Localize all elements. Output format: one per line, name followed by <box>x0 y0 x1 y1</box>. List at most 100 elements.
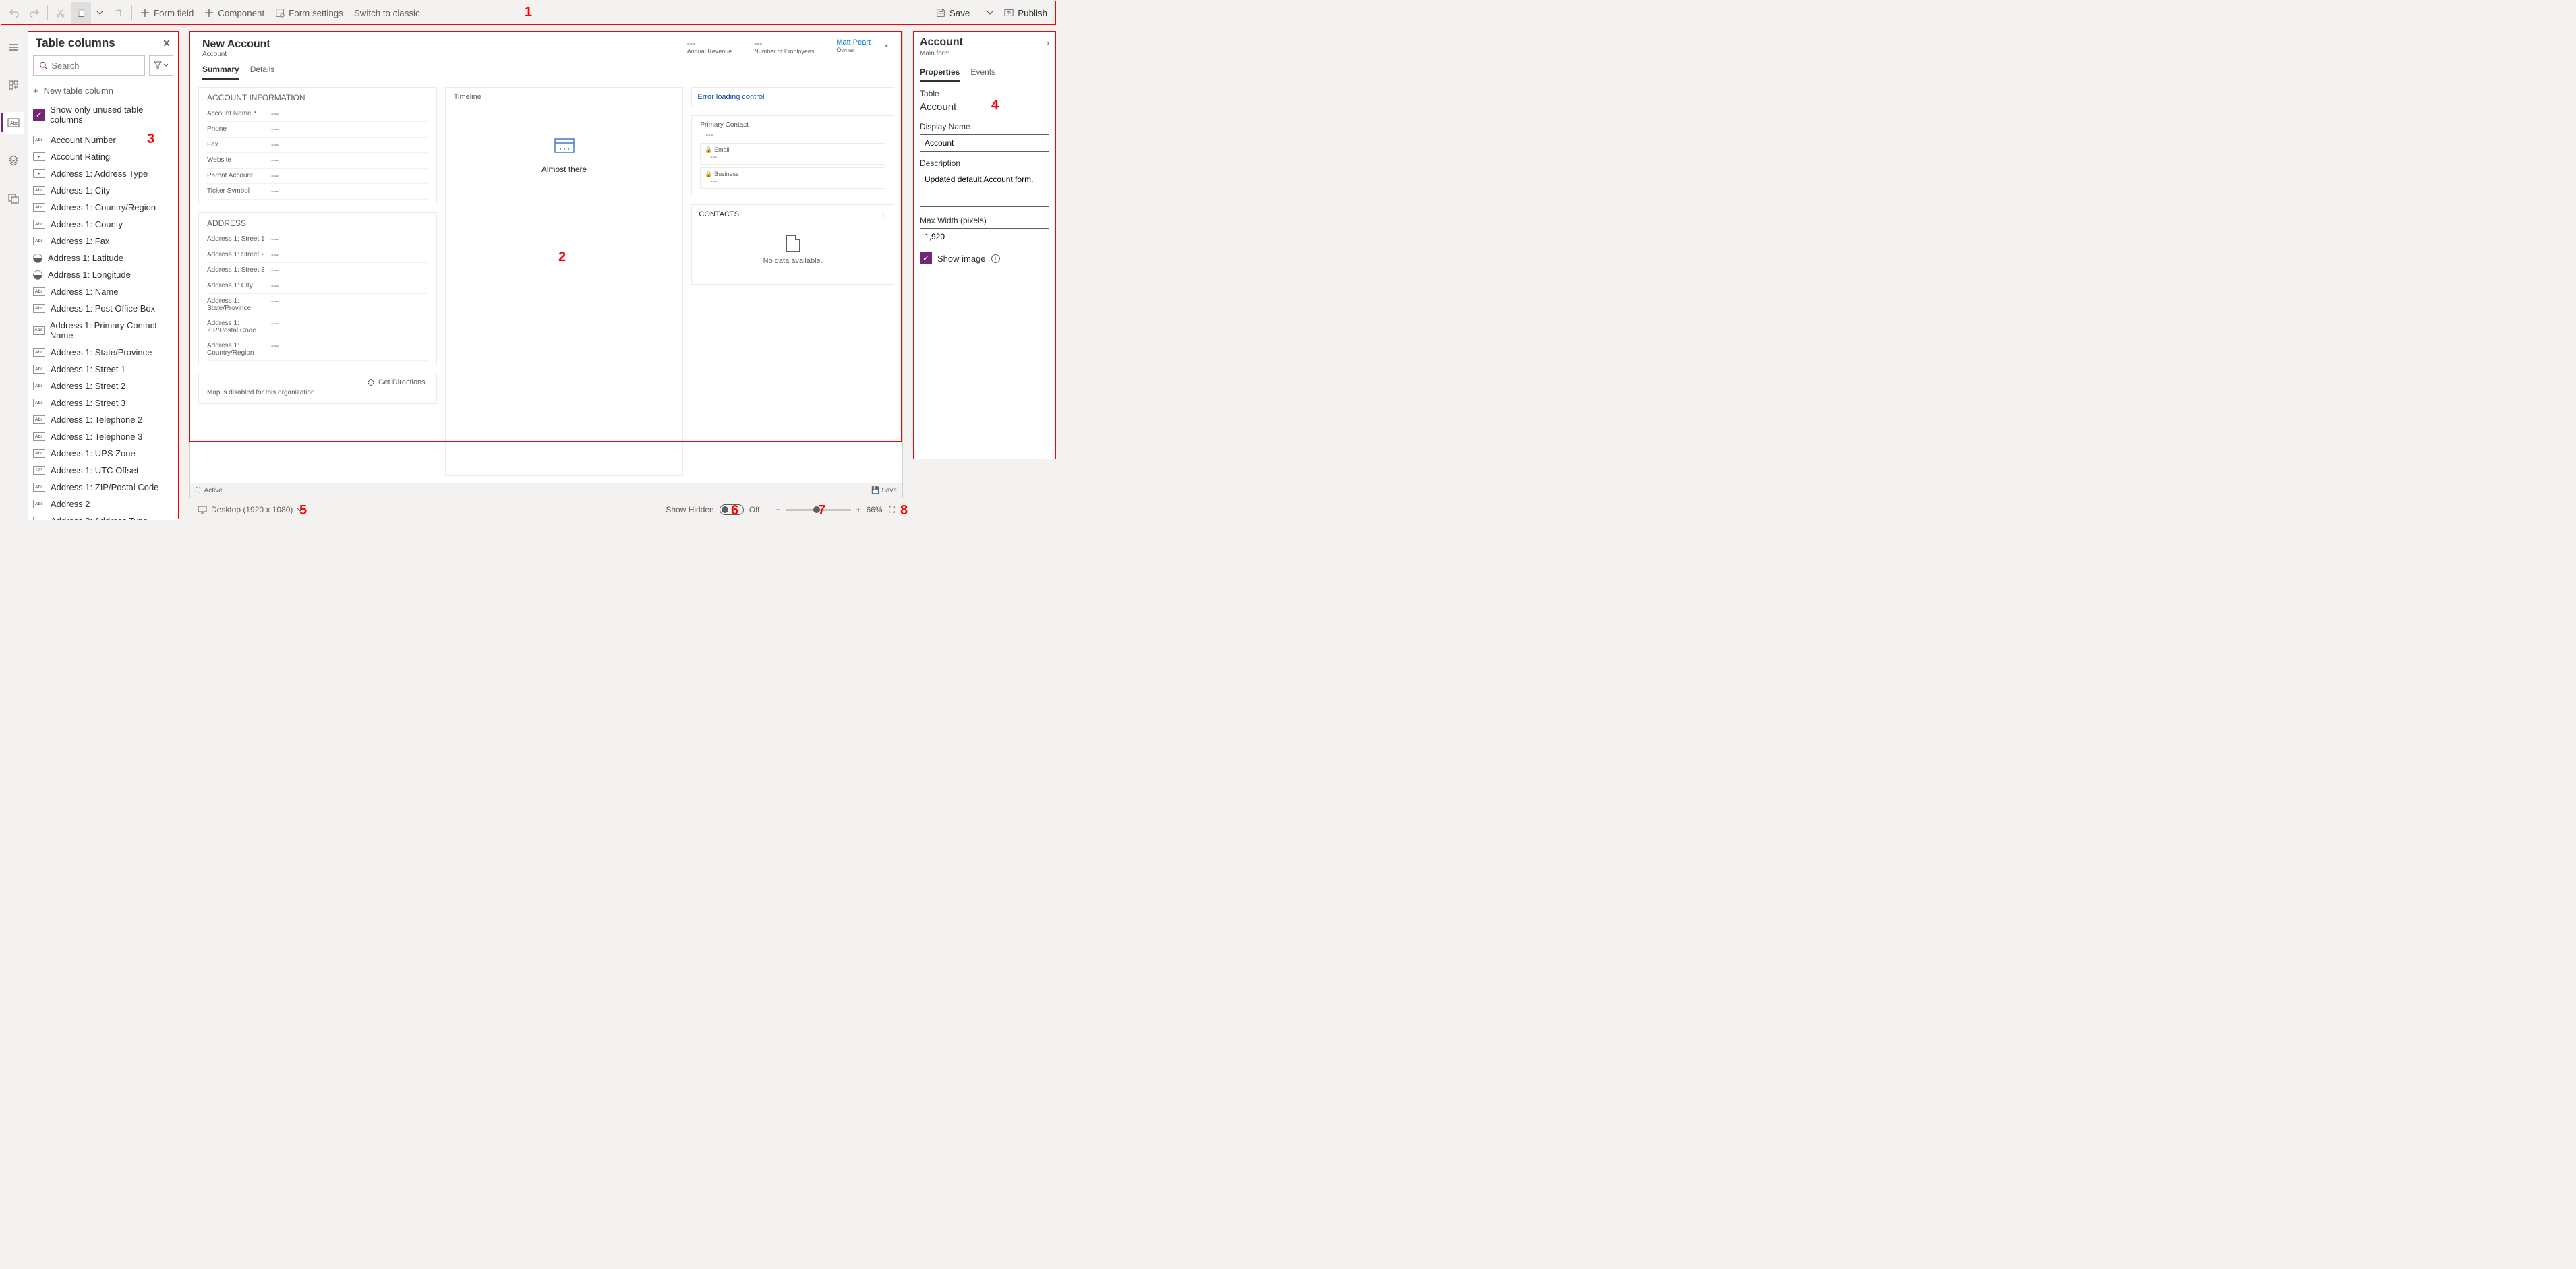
field-label: Address 1: Country/Region <box>207 342 271 357</box>
column-item[interactable]: ▾Account Rating <box>28 148 179 165</box>
filter-button[interactable] <box>149 55 173 76</box>
column-item[interactable]: AbcAddress 1: Post Office Box <box>28 300 179 317</box>
description-input[interactable] <box>920 171 1049 207</box>
header-field[interactable]: Matt PeartOwner <box>829 38 877 53</box>
column-item[interactable]: AbcAccount Number <box>28 131 179 148</box>
form-field[interactable]: Address 1: Street 3--- <box>207 263 428 278</box>
header-field[interactable]: ---Annual Revenue <box>680 38 739 55</box>
info-icon[interactable]: i <box>991 254 1000 263</box>
column-item[interactable]: AbcAddress 1: City <box>28 182 179 199</box>
max-width-input[interactable] <box>920 228 1049 245</box>
get-directions-button[interactable]: Get Directions <box>207 376 428 386</box>
close-icon[interactable]: ✕ <box>163 38 171 49</box>
form-field[interactable]: Address 1: State/Province--- <box>207 294 428 316</box>
rail-columns[interactable]: Abc <box>3 112 24 134</box>
error-loading-control-link[interactable]: Error loading control <box>691 87 894 107</box>
new-table-column-button[interactable]: + New table column <box>28 81 179 100</box>
field-label: Address 1: Street 2 <box>207 251 271 259</box>
column-item[interactable]: AbcAddress 1: Country/Region <box>28 199 179 216</box>
form-field[interactable]: Address 1: Street 2--- <box>207 247 428 263</box>
column-item[interactable]: AbcAddress 1: Street 1 <box>28 361 179 378</box>
text-type-icon: Abc <box>33 483 45 492</box>
column-item[interactable]: AbcAddress 1: Name <box>28 283 179 300</box>
show-image-checkbox[interactable]: ✓ Show image i <box>920 252 1049 264</box>
rail-hamburger[interactable] <box>3 36 24 58</box>
form-field[interactable]: Ticker Symbol--- <box>207 184 428 200</box>
tab-summary[interactable]: Summary <box>202 61 239 80</box>
column-item[interactable]: ▾Address 1: Address Type <box>28 165 179 182</box>
form-field[interactable]: Account Name*--- <box>207 107 428 122</box>
show-hidden-toggle[interactable] <box>720 504 744 515</box>
column-item[interactable]: AbcAddress 1: State/Province <box>28 344 179 361</box>
section-contacts[interactable]: CONTACTS⋮ No data available. <box>691 204 894 285</box>
section-account-info[interactable]: ACCOUNT INFORMATION Account Name*---Phon… <box>198 87 437 204</box>
form-preview[interactable]: New Account Account ---Annual Revenue---… <box>189 31 903 498</box>
zoom-out-button[interactable]: − <box>776 505 781 514</box>
show-unused-checkbox-row[interactable]: ✓ Show only unused table columns <box>28 100 179 131</box>
rail-components[interactable] <box>3 74 24 96</box>
add-component-button[interactable]: Component <box>199 2 270 24</box>
device-selector[interactable]: Desktop (1920 x 1080) <box>198 505 303 514</box>
cut-button[interactable] <box>51 2 71 24</box>
paste-button[interactable] <box>71 2 91 24</box>
switch-to-classic-button[interactable]: Switch to classic <box>349 2 426 24</box>
header-field[interactable]: ---Number of Employees <box>747 38 821 55</box>
column-list[interactable]: AbcAccount Number▾Account Rating▾Address… <box>28 131 179 520</box>
rail-tree[interactable] <box>3 150 24 171</box>
events-tab[interactable]: Events <box>970 64 995 82</box>
form-field[interactable]: Address 1: Country/Region--- <box>207 338 428 361</box>
rail-form-libraries[interactable] <box>3 187 24 209</box>
section-primary-contact[interactable]: Primary Contact --- 🔒 Email---🔒 Business… <box>691 115 894 196</box>
zoom-slider[interactable] <box>786 509 851 511</box>
form-field[interactable]: Address 1: City--- <box>207 278 428 294</box>
header-fields: ---Annual Revenue ---Number of Employees M… <box>680 38 877 55</box>
column-item[interactable]: AbcAddress 1: UPS Zone <box>28 445 179 462</box>
save-dropdown[interactable] <box>981 2 999 24</box>
display-name-input[interactable] <box>920 134 1049 152</box>
column-item[interactable]: 123Address 1: UTC Offset <box>28 462 179 479</box>
column-item[interactable]: Address 1: Longitude <box>28 266 179 283</box>
fit-to-screen-button[interactable]: ⛶ <box>889 505 895 515</box>
column-item[interactable]: AbcAddress 1: Primary Contact Name <box>28 317 179 344</box>
timeline-control[interactable]: Timeline Almost there <box>445 87 684 476</box>
search-input-wrapper[interactable] <box>33 55 145 76</box>
tab-details[interactable]: Details <box>250 61 275 80</box>
column-item[interactable]: AbcAddress 1: County <box>28 216 179 233</box>
form-field[interactable]: Address 1: ZIP/Postal Code--- <box>207 316 428 338</box>
column-item[interactable]: Address 1: Latitude <box>28 249 179 266</box>
more-icon[interactable]: ⋮ <box>879 210 887 219</box>
expand-icon[interactable]: ⛶ <box>196 487 200 494</box>
form-field[interactable]: Fax--- <box>207 138 428 153</box>
chevron-down-icon[interactable]: ⌄ <box>883 38 890 49</box>
column-item[interactable]: AbcAddress 1: Telephone 3 <box>28 428 179 445</box>
search-input[interactable] <box>51 61 139 71</box>
column-item[interactable]: AbcAddress 1: Street 3 <box>28 394 179 411</box>
save-button[interactable]: Save <box>931 2 975 24</box>
form-field[interactable]: Website--- <box>207 153 428 169</box>
column-item[interactable]: AbcAddress 1: ZIP/Postal Code <box>28 479 179 496</box>
form-inline-save[interactable]: 💾 Save <box>871 487 897 494</box>
column-item[interactable]: AbcAddress 1: Street 2 <box>28 378 179 394</box>
form-field[interactable]: Address 1: Street 1--- <box>207 232 428 247</box>
section-address[interactable]: ADDRESS Address 1: Street 1---Address 1:… <box>198 212 437 365</box>
column-item[interactable]: AbcAddress 1: Fax <box>28 233 179 249</box>
form-field[interactable]: Parent Account--- <box>207 169 428 184</box>
redo-button[interactable] <box>24 2 45 24</box>
column-item[interactable]: ▾Address 2: Address Type <box>28 512 179 520</box>
owner-link[interactable]: Matt Peart <box>836 38 871 47</box>
paste-dropdown[interactable] <box>91 2 109 24</box>
section-map[interactable]: Get Directions Map is disabled for this … <box>198 374 437 404</box>
collapse-icon[interactable]: › <box>1047 38 1049 48</box>
table-columns-panel: Table columns ✕ + New table column ✓ Sho… <box>28 31 179 520</box>
form-field[interactable]: Phone--- <box>207 122 428 138</box>
delete-button[interactable] <box>109 2 129 24</box>
properties-tab[interactable]: Properties <box>920 64 960 82</box>
column-item[interactable]: AbcAddress 2 <box>28 496 179 512</box>
zoom-in-button[interactable]: + <box>856 505 861 514</box>
add-form-field-button[interactable]: Form field <box>135 2 199 24</box>
column-item[interactable]: AbcAddress 1: Telephone 2 <box>28 411 179 428</box>
publish-button[interactable]: Publish <box>999 2 1053 24</box>
table-label: Table <box>920 89 1049 98</box>
undo-button[interactable] <box>4 2 24 24</box>
form-settings-button[interactable]: Form settings <box>270 2 349 24</box>
